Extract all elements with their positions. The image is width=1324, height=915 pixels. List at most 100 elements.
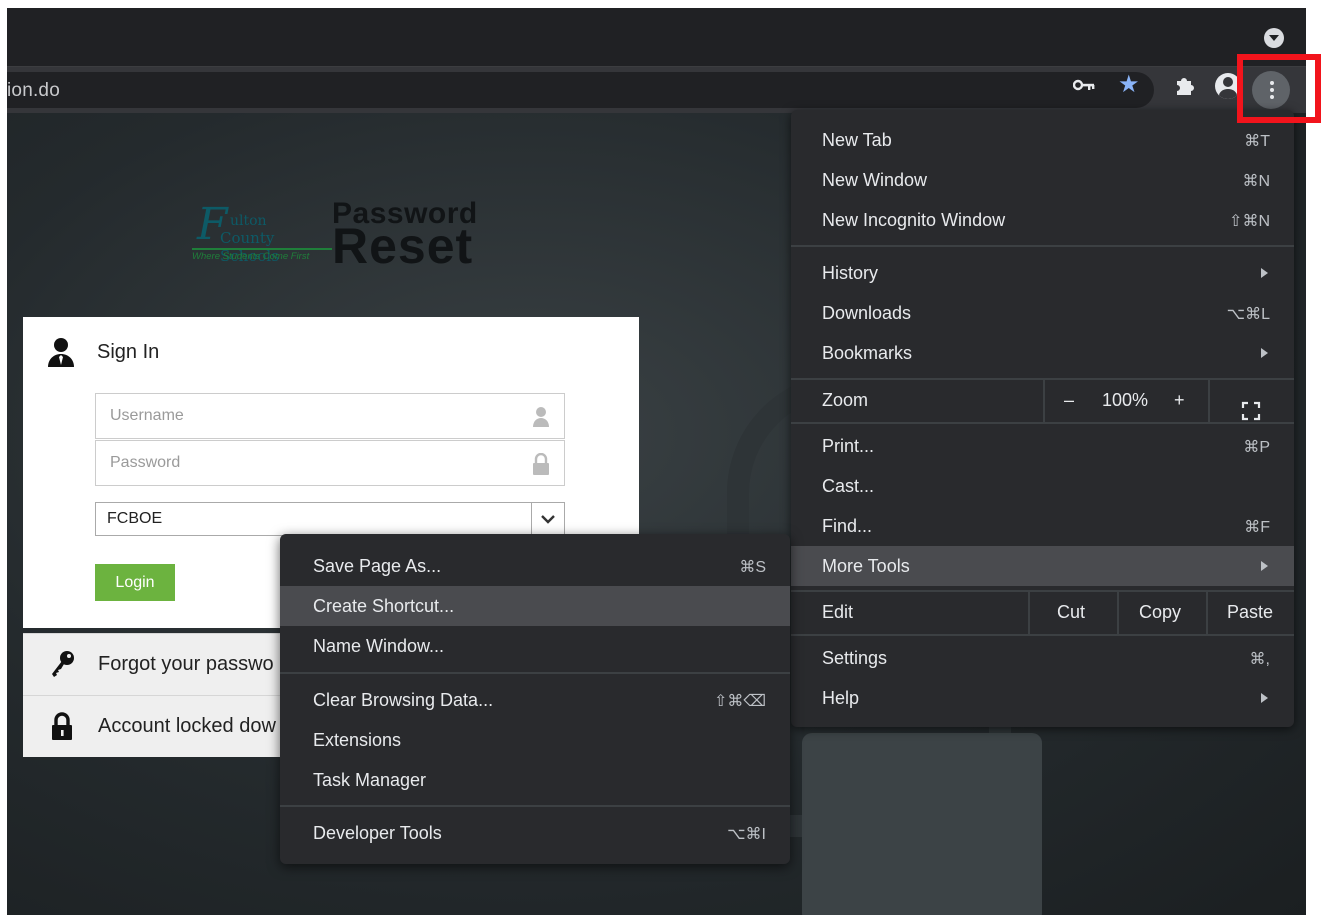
browser-window: ion.do ★ F ulton County Schools Where St…: [7, 8, 1306, 915]
submenu-item-create-shortcut[interactable]: Create Shortcut...: [280, 586, 790, 626]
menu-item-label: Bookmarks: [822, 343, 913, 363]
school-logo-tagline: Where Students Come First: [192, 251, 310, 262]
submenu-arrow-icon: [1261, 693, 1268, 703]
menu-item-edit: Edit Cut Copy Paste: [791, 592, 1294, 634]
submenu-item-label: Create Shortcut...: [313, 596, 455, 616]
submenu-item-clear-browsing-data[interactable]: Clear Browsing Data... ⇧⌘⌫: [280, 680, 790, 720]
browser-toolbar: ion.do ★: [7, 66, 1306, 113]
school-logo: F ulton County Schools Where Students Co…: [192, 199, 332, 283]
lock-icon: [533, 453, 549, 475]
menu-separator: [280, 805, 790, 807]
menu-item-shortcut: ⌘F: [1244, 519, 1270, 536]
menu-item-shortcut: ⌥⌘L: [1226, 306, 1270, 323]
submenu-item-label: Save Page As...: [313, 556, 442, 576]
password-field: [95, 440, 565, 486]
logo-word-reset: Reset: [332, 218, 474, 274]
domain-select[interactable]: FCBOE: [95, 502, 565, 536]
password-input[interactable]: [96, 441, 544, 485]
submenu-item-developer-tools[interactable]: Developer Tools ⌥⌘I: [280, 813, 790, 853]
key-icon[interactable]: [1073, 78, 1095, 92]
address-bar[interactable]: ion.do: [7, 72, 1154, 108]
menu-item-more-tools[interactable]: More Tools: [791, 546, 1294, 586]
menu-item-shortcut: ⌘,: [1249, 651, 1270, 668]
tab-strip: [7, 8, 1306, 66]
login-button[interactable]: Login: [95, 564, 175, 601]
menu-separator: [791, 634, 1294, 636]
menu-item-zoom: Zoom – 100% +: [791, 380, 1294, 422]
submenu-item-task-manager[interactable]: Task Manager: [280, 760, 790, 800]
menu-divider: [1206, 592, 1208, 634]
cut-button[interactable]: Cut: [1057, 602, 1085, 642]
menu-item-help[interactable]: Help: [791, 678, 1294, 718]
menu-item-label: New Tab: [822, 130, 892, 150]
menu-item-shortcut: ⇧⌘N: [1229, 213, 1270, 230]
menu-item-label: More Tools: [822, 556, 910, 576]
menu-item-label: Settings: [822, 648, 888, 668]
menu-separator: [791, 245, 1294, 247]
menu-divider: [1028, 592, 1030, 634]
password-reset-logo: F ulton County Schools Where Students Co…: [192, 197, 492, 283]
chrome-main-menu: New Tab ⌘T New Window ⌘N New Incognito W…: [791, 110, 1294, 727]
username-input[interactable]: [96, 394, 544, 438]
menu-item-label: Zoom: [822, 390, 869, 410]
user-icon: [533, 407, 549, 427]
copy-button[interactable]: Copy: [1139, 602, 1181, 642]
menu-separator: [280, 672, 790, 674]
submenu-item-label: Task Manager: [313, 770, 427, 790]
submenu-arrow-icon: [1261, 348, 1268, 358]
paste-button[interactable]: Paste: [1227, 602, 1273, 642]
puzzle-icon[interactable]: [1173, 74, 1195, 96]
menu-separator: [791, 422, 1294, 424]
star-icon[interactable]: ★: [1118, 73, 1140, 97]
submenu-item-label: Extensions: [313, 730, 402, 750]
menu-item-cast[interactable]: Cast...: [791, 466, 1294, 506]
submenu-arrow-icon: [1261, 561, 1268, 571]
menu-item-label: Edit: [822, 602, 854, 622]
forgot-password-text: Forgot your passwo: [98, 653, 274, 675]
school-logo-line1: ulton: [230, 213, 267, 229]
submenu-item-shortcut: ⌥⌘I: [727, 826, 766, 843]
zoom-in-button[interactable]: +: [1174, 390, 1185, 430]
menu-divider: [1043, 380, 1045, 422]
menu-item-find[interactable]: Find... ⌘F: [791, 506, 1294, 546]
zoom-out-button[interactable]: –: [1064, 390, 1074, 430]
menu-divider: [1208, 380, 1210, 422]
submenu-item-name-window[interactable]: Name Window...: [280, 626, 790, 666]
submenu-item-save-page[interactable]: Save Page As... ⌘S: [280, 546, 790, 586]
account-locked-text: Account locked dow: [98, 715, 276, 737]
submenu-item-label: Developer Tools: [313, 823, 442, 843]
menu-item-print[interactable]: Print... ⌘P: [791, 426, 1294, 466]
menu-item-bookmarks[interactable]: Bookmarks: [791, 333, 1294, 373]
menu-item-new-window[interactable]: New Window ⌘N: [791, 160, 1294, 200]
submenu-item-label: Name Window...: [313, 636, 445, 656]
menu-item-label: New Window: [822, 170, 928, 190]
url-text[interactable]: ion.do: [7, 80, 60, 102]
submenu-arrow-icon: [1261, 268, 1268, 278]
more-tools-submenu: Save Page As... ⌘S Create Shortcut... Na…: [280, 534, 790, 864]
zoom-level: 100%: [1102, 390, 1149, 410]
select-arrow[interactable]: [531, 503, 564, 535]
profile-dropdown-icon[interactable]: [1264, 28, 1284, 48]
menu-item-shortcut: ⌘N: [1242, 173, 1270, 190]
submenu-item-shortcut: ⇧⌘⌫: [713, 693, 766, 710]
menu-item-label: Find...: [822, 516, 873, 536]
menu-item-new-tab[interactable]: New Tab ⌘T: [791, 120, 1294, 160]
menu-item-label: Print...: [822, 436, 875, 456]
menu-item-shortcut: ⌘P: [1243, 439, 1270, 456]
fullscreen-icon[interactable]: [1241, 391, 1261, 431]
username-field: [95, 393, 565, 439]
user-icon: [48, 338, 74, 367]
menu-item-downloads[interactable]: Downloads ⌥⌘L: [791, 293, 1294, 333]
menu-item-label: New Incognito Window: [822, 210, 1006, 230]
menu-item-label: Help: [822, 688, 860, 708]
submenu-item-extensions[interactable]: Extensions: [280, 720, 790, 760]
key-icon: [52, 651, 74, 677]
menu-item-label: Cast...: [822, 476, 875, 496]
submenu-item-shortcut: ⌘S: [739, 559, 766, 576]
annotation-highlight-box: [1237, 54, 1321, 123]
menu-item-history[interactable]: History: [791, 253, 1294, 293]
school-logo-underline: [192, 248, 332, 250]
submenu-item-label: Clear Browsing Data...: [313, 690, 494, 710]
menu-item-new-incognito-window[interactable]: New Incognito Window ⇧⌘N: [791, 200, 1294, 240]
menu-item-settings[interactable]: Settings ⌘,: [791, 638, 1294, 678]
